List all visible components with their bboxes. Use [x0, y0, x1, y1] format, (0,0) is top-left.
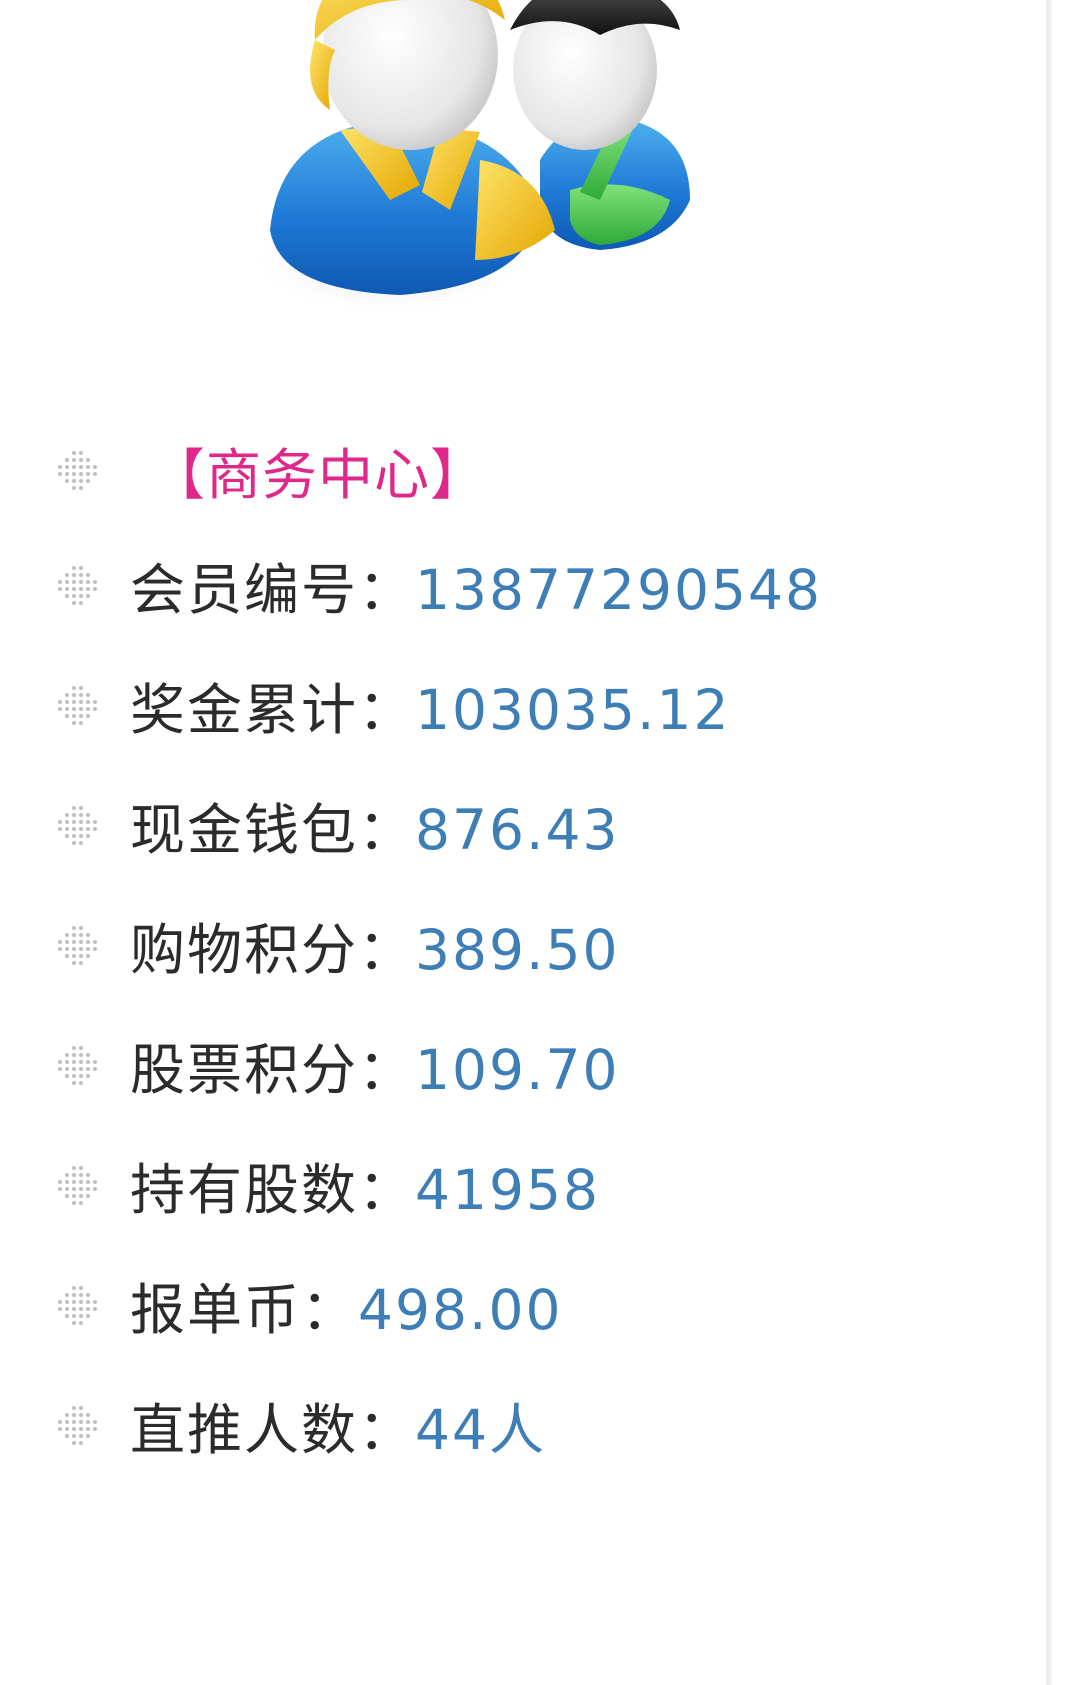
shares-held-label: 持有股数：41958 — [130, 1158, 600, 1222]
direct-referrals-row: 直推人数：44人 — [0, 1365, 1040, 1485]
cash-wallet-row: 现金钱包：876.43 — [0, 765, 1040, 885]
cash-wallet-value: 876.43 — [415, 798, 620, 862]
users-group-icon — [240, 0, 760, 340]
direct-referrals-label: 直推人数：44人 — [130, 1398, 547, 1462]
business-center-row[interactable]: 【商务中心】 — [0, 440, 1040, 507]
dot-bullet-icon — [54, 922, 100, 968]
member-stats-list: 会员编号：13877290548 奖金累计：103035.12 现金钱包：876… — [0, 525, 1040, 1485]
shopping-points-value: 389.50 — [415, 918, 620, 982]
order-coin-row: 报单币：498.00 — [0, 1245, 1040, 1365]
page-edge-divider — [1046, 0, 1052, 1685]
bonus-total-value: 103035.12 — [415, 678, 731, 742]
member-id-value: 13877290548 — [415, 558, 822, 622]
dot-bullet-icon — [54, 1162, 100, 1208]
member-id-row: 会员编号：13877290548 — [0, 525, 1040, 645]
cash-wallet-label: 现金钱包：876.43 — [130, 798, 620, 862]
dot-bullet-icon — [54, 447, 100, 493]
bonus-total-label: 奖金累计：103035.12 — [130, 678, 731, 742]
order-coin-label: 报单币：498.00 — [130, 1278, 563, 1342]
dot-bullet-icon — [54, 562, 100, 608]
shares-held-value: 41958 — [415, 1158, 600, 1222]
stock-points-row: 股票积分：109.70 — [0, 1005, 1040, 1125]
dot-bullet-icon — [54, 1282, 100, 1328]
dot-bullet-icon — [54, 1402, 100, 1448]
dot-bullet-icon — [54, 1042, 100, 1088]
stock-points-value: 109.70 — [415, 1038, 620, 1102]
dot-bullet-icon — [54, 682, 100, 728]
shopping-points-row: 购物积分：389.50 — [0, 885, 1040, 1005]
member-info-list: 【商务中心】 — [0, 440, 1040, 507]
stock-points-label: 股票积分：109.70 — [130, 1038, 620, 1102]
member-id-label: 会员编号：13877290548 — [130, 558, 822, 622]
business-center-title[interactable]: 【商务中心】 — [150, 430, 486, 510]
shopping-points-label: 购物积分：389.50 — [130, 918, 620, 982]
dot-bullet-icon — [54, 802, 100, 848]
shares-held-row: 持有股数：41958 — [0, 1125, 1040, 1245]
order-coin-value: 498.00 — [358, 1278, 563, 1342]
bonus-total-row: 奖金累计：103035.12 — [0, 645, 1040, 765]
direct-referrals-value: 44人 — [415, 1398, 547, 1462]
